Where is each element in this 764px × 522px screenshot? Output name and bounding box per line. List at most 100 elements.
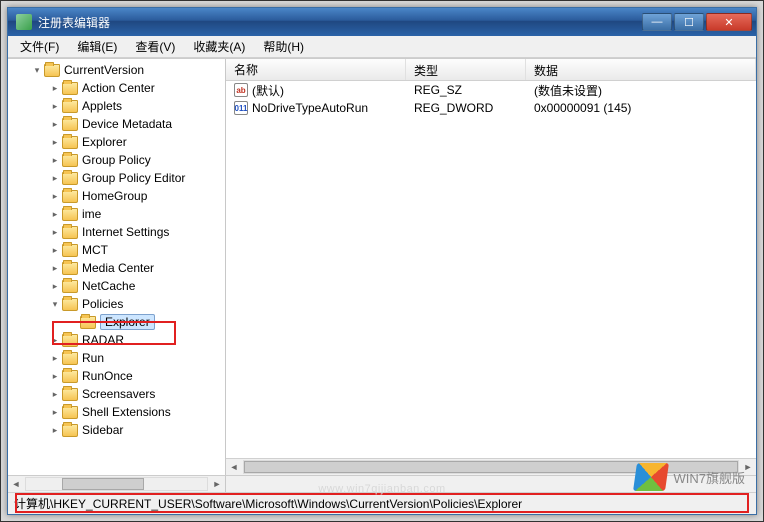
expand-icon[interactable]: ▸ [48, 207, 62, 221]
tree-scroll-thumb[interactable] [62, 478, 143, 490]
tree-item-mct[interactable]: ▸ MCT [8, 241, 225, 259]
list-header[interactable]: 名称 类型 数据 [226, 59, 756, 81]
value-data: (数值未设置) [526, 82, 756, 99]
tree-item-ime[interactable]: ▸ime [8, 205, 225, 223]
tree-item-applets[interactable]: ▸ Applets [8, 97, 225, 115]
folder-icon [62, 136, 78, 149]
scroll-left-icon[interactable]: ◄ [226, 459, 242, 475]
tree-item-label: Run [82, 351, 104, 365]
menu-help[interactable]: 帮助(H) [255, 36, 312, 57]
tree-item-label: MCT [82, 243, 108, 257]
expand-icon[interactable]: ▸ [48, 387, 62, 401]
tree-scroll-right-icon[interactable]: ► [209, 476, 225, 492]
expand-icon[interactable]: ▸ [48, 243, 62, 257]
folder-icon [62, 154, 78, 167]
tree-item-netcache[interactable]: ▸ NetCache [8, 277, 225, 295]
tree-item-action-center[interactable]: ▸Action Center [8, 79, 225, 97]
tree-item-label: Explorer [100, 314, 155, 330]
scroll-track[interactable] [243, 460, 739, 474]
tree-item-radar[interactable]: ▸RADAR [8, 331, 225, 349]
minimize-button[interactable]: — [642, 13, 672, 31]
menu-edit[interactable]: 编辑(E) [69, 36, 125, 57]
tree-item-screensavers[interactable]: ▸ Screensavers [8, 385, 225, 403]
folder-icon [62, 208, 78, 221]
tree-item-media-center[interactable]: ▸Media Center [8, 259, 225, 277]
folder-icon [62, 226, 78, 239]
expand-icon[interactable]: ▸ [48, 171, 62, 185]
value-name: NoDriveTypeAutoRun [252, 101, 368, 115]
list-body[interactable]: ab(默认)REG_SZ(数值未设置) 011 NoDriveTypeAutoRun… [226, 81, 756, 458]
tree-item-label: Sidebar [82, 423, 123, 437]
expand-icon[interactable]: ▸ [48, 405, 62, 419]
expand-icon[interactable]: ▸ [48, 261, 62, 275]
scroll-right-icon[interactable]: ► [740, 459, 756, 475]
expand-icon[interactable]: ▸ [48, 81, 62, 95]
tree-item-device-metadata[interactable]: ▸ Device Metadata [8, 115, 225, 133]
tree-item-label: NetCache [82, 279, 135, 293]
tree-item-label: Device Metadata [82, 117, 172, 131]
close-button[interactable]: ✕ [706, 13, 752, 31]
tree-item-run[interactable]: ▸ Run [8, 349, 225, 367]
no-expand-icon [66, 315, 80, 329]
list-hscrollbar[interactable]: ◄ ► [226, 458, 756, 475]
tree-item-group-policy[interactable]: ▸Group Policy [8, 151, 225, 169]
tree-item-policies[interactable]: ▾Policies [8, 295, 225, 313]
status-bar: 计算机\HKEY_CURRENT_USER\Software\Microsoft… [8, 492, 756, 514]
col-name[interactable]: 名称 [226, 59, 406, 80]
tree-item-group-policy-editor[interactable]: ▸ Group Policy Editor [8, 169, 225, 187]
binary-value-icon: 011 [234, 101, 248, 115]
list-row[interactable]: ab(默认)REG_SZ(数值未设置) [226, 81, 756, 99]
tree-scroll-left-icon[interactable]: ◄ [8, 476, 24, 492]
folder-icon [44, 64, 60, 77]
folder-icon [62, 172, 78, 185]
tree-item-homegroup[interactable]: ▸ HomeGroup [8, 187, 225, 205]
expand-icon[interactable]: ▸ [48, 117, 62, 131]
col-data[interactable]: 数据 [526, 59, 756, 80]
value-name: (默认) [252, 82, 284, 99]
scroll-thumb[interactable] [244, 461, 738, 473]
window-title: 注册表编辑器 [38, 14, 642, 31]
tree-item-label: Shell Extensions [82, 405, 171, 419]
tree-item-explorer[interactable]: ▸Explorer [8, 133, 225, 151]
tree-item-sidebar[interactable]: ▸ Sidebar [8, 421, 225, 439]
menu-bar: 文件(F) 编辑(E) 查看(V) 收藏夹(A) 帮助(H) [8, 36, 756, 58]
folder-icon [62, 352, 78, 365]
tree-item-label: HomeGroup [82, 189, 147, 203]
expand-icon[interactable]: ▸ [48, 153, 62, 167]
tree-item-explorer-child[interactable]: Explorer [8, 313, 225, 331]
maximize-button[interactable]: ☐ [674, 13, 704, 31]
value-data: 0x00000091 (145) [526, 101, 756, 115]
expand-icon[interactable]: ▸ [48, 333, 62, 347]
expand-icon[interactable]: ▸ [48, 369, 62, 383]
folder-icon [80, 316, 96, 329]
tree-item-shell-extensions[interactable]: ▸ Shell Extensions [8, 403, 225, 421]
collapse-icon[interactable]: ▾ [30, 63, 44, 77]
tree-root[interactable]: ▾CurrentVersion [8, 61, 225, 79]
window-buttons: — ☐ ✕ [642, 13, 752, 31]
registry-tree[interactable]: ▾CurrentVersion▸Action Center▸Applets▸De… [8, 59, 226, 475]
tree-item-label: Group Policy Editor [82, 171, 185, 185]
tree-scroll-track[interactable] [25, 477, 208, 491]
col-type[interactable]: 类型 [406, 59, 526, 80]
folder-icon [62, 82, 78, 95]
expand-icon[interactable]: ▸ [48, 225, 62, 239]
expand-icon[interactable]: ▸ [48, 135, 62, 149]
expand-icon[interactable]: ▸ [48, 99, 62, 113]
list-row[interactable]: 011 NoDriveTypeAutoRun REG_DWORD0x00000091… [226, 99, 756, 117]
tree-item-label: Screensavers [82, 387, 155, 401]
folder-icon [62, 298, 78, 311]
title-bar[interactable]: 注册表编辑器 — ☐ ✕ [8, 8, 756, 36]
menu-favorites[interactable]: 收藏夹(A) [185, 36, 253, 57]
collapse-icon[interactable]: ▾ [48, 297, 62, 311]
value-type: REG_DWORD [406, 101, 526, 115]
tree-item-label: Applets [82, 99, 122, 113]
menu-view[interactable]: 查看(V) [127, 36, 183, 57]
menu-file[interactable]: 文件(F) [12, 36, 67, 57]
expand-icon[interactable]: ▸ [48, 351, 62, 365]
expand-icon[interactable]: ▸ [48, 279, 62, 293]
expand-icon[interactable]: ▸ [48, 189, 62, 203]
tree-item-internet-settings[interactable]: ▸Internet Settings [8, 223, 225, 241]
folder-icon [62, 280, 78, 293]
tree-item-runonce[interactable]: ▸RunOnce [8, 367, 225, 385]
expand-icon[interactable]: ▸ [48, 423, 62, 437]
